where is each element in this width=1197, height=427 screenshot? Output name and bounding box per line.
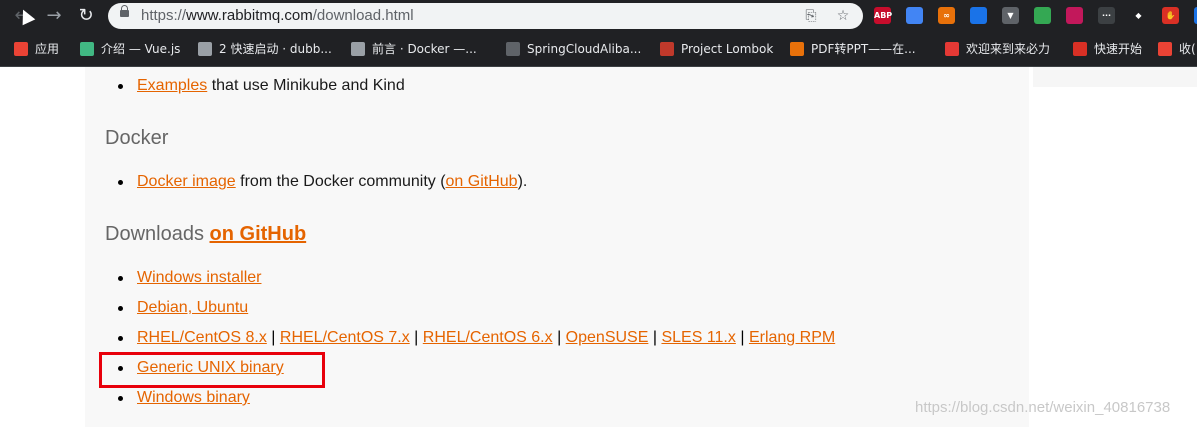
hand-extension-icon[interactable]: ✋ [1162, 7, 1179, 24]
lock-icon [120, 5, 129, 17]
windows-binary-link[interactable]: Windows binary [137, 389, 250, 406]
downloads-heading-text: Downloads [105, 223, 210, 245]
separator: | [740, 329, 745, 346]
list-bullet [118, 306, 123, 311]
bookmark-item[interactable]: 介绍 — Vue.js [80, 32, 180, 66]
separator: | [271, 329, 276, 346]
bookmark-favicon-icon [80, 41, 94, 56]
bookmark-favicon-icon [945, 41, 959, 56]
vue-devtools-icon[interactable]: ▼ [1002, 7, 1019, 24]
list-bullet [118, 276, 123, 281]
docker-github-link[interactable]: on GitHub [446, 173, 518, 190]
examples-text: that use Minikube and Kind [207, 77, 405, 94]
bookmark-label: 介绍 — Vue.js [101, 42, 181, 56]
url-text[interactable]: https://www.rabbitmq.com/download.html [141, 7, 414, 24]
bookmark-label: Project Lombok [681, 42, 774, 56]
docker-text: from the Docker community ( [235, 173, 446, 190]
extension-icon-7[interactable] [1066, 7, 1083, 24]
sles-11-link[interactable]: SLES 11.x [661, 329, 735, 346]
sidebar-panel [1033, 67, 1197, 87]
bookmark-item[interactable]: 2 快速启动 · dubb... [198, 32, 332, 66]
bookmark-favicon-icon [660, 41, 674, 56]
bookmark-label: 快速开始 [1094, 42, 1143, 56]
bookmark-item[interactable]: 快速开始 [1073, 32, 1142, 66]
bookmark-favicon-icon [1158, 41, 1172, 56]
rhel-centos-8-link[interactable]: RHEL/CentOS 8.x [137, 329, 267, 346]
downloads-heading: Downloads on GitHub [105, 223, 306, 246]
downloads-github-link[interactable]: on GitHub [210, 223, 307, 245]
bookmark-star-icon[interactable]: ☆ [834, 7, 852, 25]
diamond-extension-icon[interactable]: ◆ [1130, 7, 1147, 24]
bookmark-favicon-icon [14, 41, 28, 56]
list-item-debian-ubuntu: Debian, Ubuntu [137, 299, 248, 317]
bookmark-item[interactable]: 前言 · Docker —... [351, 32, 477, 66]
docker-text-end: ). [517, 173, 528, 190]
extension-icon-8[interactable]: ··· [1098, 7, 1115, 24]
infinity-extension-icon[interactable]: ∞ [938, 7, 955, 24]
list-item-rpm-packages: RHEL/CentOS 8.x | RHEL/CentOS 7.x | RHEL… [137, 329, 835, 347]
bookmarks-bar: 应用 介绍 — Vue.js 2 快速启动 · dubb... 前言 · Docker… [0, 32, 1197, 67]
bookmark-label: 收( [1179, 42, 1196, 56]
annotation-highlight-box [99, 352, 325, 388]
docker-heading: Docker [105, 127, 169, 149]
translate-icon[interactable]: ⎘ [802, 7, 820, 25]
bookmark-favicon-icon [198, 41, 212, 56]
debian-ubuntu-link[interactable]: Debian, Ubuntu [137, 299, 248, 316]
rhel-centos-7-link[interactable]: RHEL/CentOS 7.x [280, 329, 410, 346]
opensuse-link[interactable]: OpenSUSE [566, 329, 649, 346]
browser-toolbar: ← → ↻ https://www.rabbitmq.com/download.… [0, 0, 1197, 32]
bookmark-favicon-icon [351, 41, 365, 56]
list-item-windows-installer: Windows installer [137, 269, 261, 287]
docker-image-link[interactable]: Docker image [137, 173, 236, 190]
bookmark-item[interactable]: 欢迎来到来必力 [945, 32, 1050, 66]
url-host: www.rabbitmq.com [186, 7, 313, 24]
list-bullet [118, 336, 123, 341]
bookmark-favicon-icon [1073, 41, 1087, 56]
bookmark-item[interactable]: SpringCloudAliba... [506, 32, 641, 66]
bookmark-label: PDF转PPT——在... [811, 42, 916, 56]
examples-link[interactable]: Examples [137, 77, 207, 94]
bookmark-label: 应用 [35, 42, 60, 56]
bookmark-label: SpringCloudAliba... [527, 42, 642, 56]
bookmark-label: 欢迎来到来必力 [966, 42, 1051, 56]
translate-extension-icon[interactable] [906, 7, 923, 24]
bookmark-item[interactable]: Project Lombok [660, 32, 773, 66]
reload-icon[interactable]: ↻ [74, 4, 98, 28]
bookmark-label: 2 快速启动 · dubb... [219, 42, 332, 56]
watermark: https://blog.csdn.net/weixin_40816738 [915, 399, 1171, 416]
list-bullet [118, 180, 123, 185]
separator: | [652, 329, 657, 346]
list-item-examples: Examples that use Minikube and Kind [137, 77, 405, 95]
forward-icon[interactable]: → [42, 4, 66, 28]
list-item-windows-binary: Windows binary [137, 389, 250, 407]
windows-installer-link[interactable]: Windows installer [137, 269, 261, 286]
list-bullet [118, 396, 123, 401]
bookmark-item[interactable]: PDF转PPT——在... [790, 32, 916, 66]
extension-icon-6[interactable] [1034, 7, 1051, 24]
separator: | [414, 329, 419, 346]
bookmark-favicon-icon [506, 41, 520, 56]
url-path: /download.html [312, 7, 414, 24]
url-prefix: https:// [141, 7, 187, 24]
bookmark-item[interactable]: 应用 [14, 32, 59, 66]
list-item-docker-image: Docker image from the Docker community (… [137, 173, 527, 191]
rhel-centos-6-link[interactable]: RHEL/CentOS 6.x [423, 329, 553, 346]
address-bar[interactable]: https://www.rabbitmq.com/download.html ⎘… [108, 3, 863, 29]
erlang-rpm-link[interactable]: Erlang RPM [749, 329, 835, 346]
separator: | [557, 329, 562, 346]
bookmark-label: 前言 · Docker —... [372, 42, 477, 56]
bookmark-favicon-icon [790, 41, 804, 56]
bookmark-item[interactable]: 收( [1158, 32, 1196, 66]
extension-icon-4[interactable] [970, 7, 987, 24]
adblock-plus-icon[interactable]: ABP [874, 7, 892, 24]
list-bullet [118, 84, 123, 89]
